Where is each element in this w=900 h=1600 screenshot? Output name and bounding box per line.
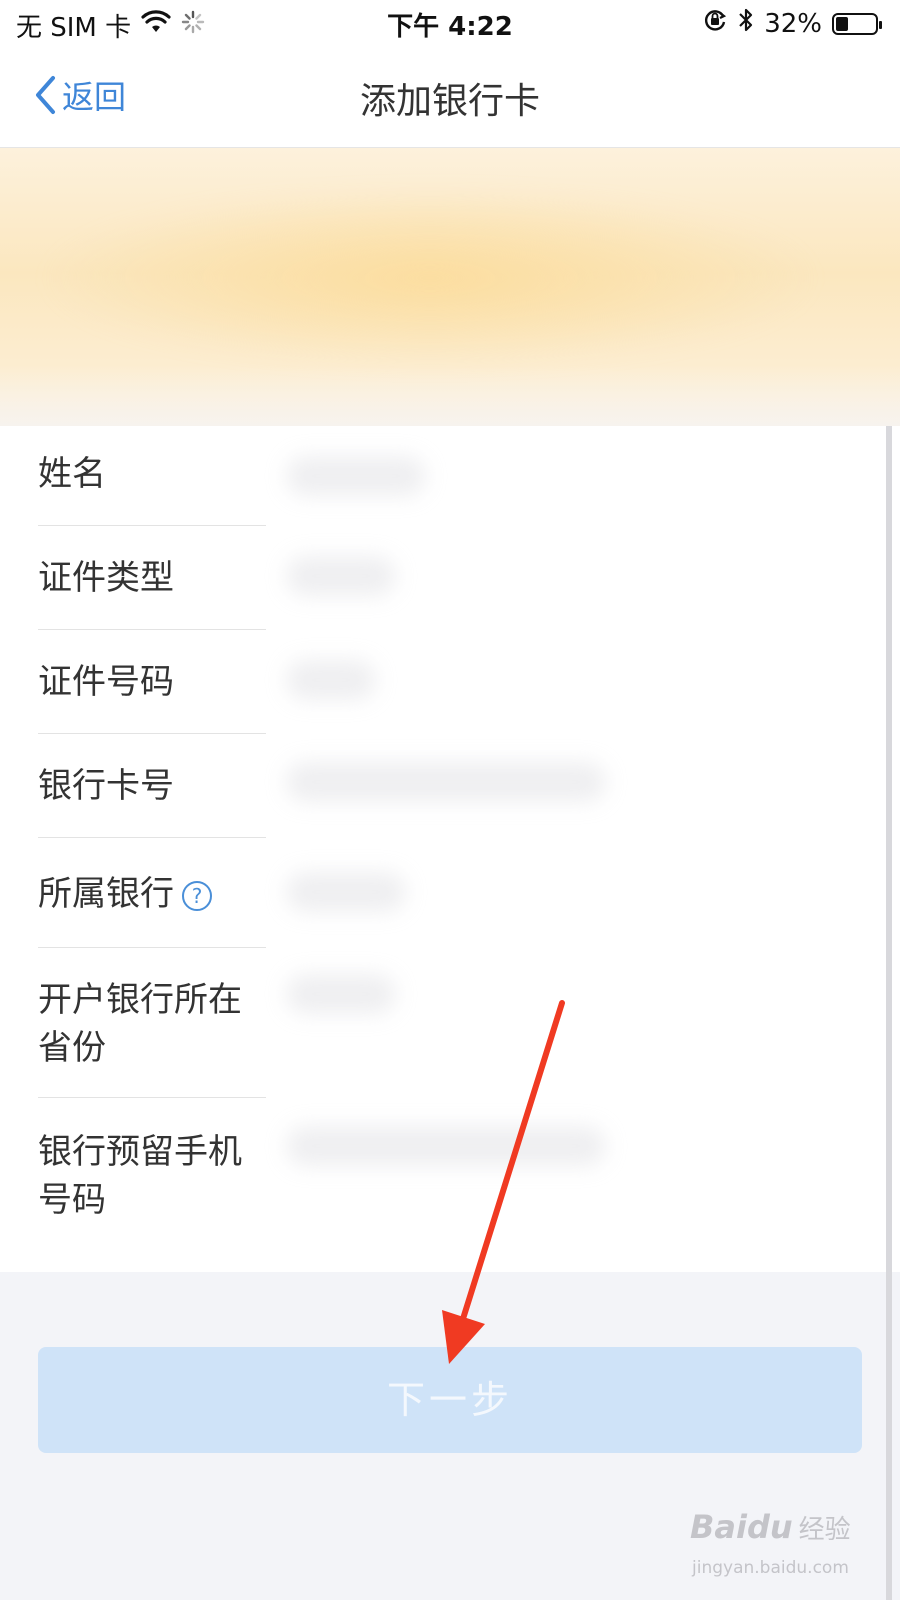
help-icon[interactable]: ? <box>182 880 212 911</box>
card-banner <box>0 148 900 426</box>
watermark-url: jingyan.baidu.com <box>692 1558 849 1578</box>
bluetooth-icon <box>738 7 754 40</box>
scroll-edge <box>886 426 892 1600</box>
bank-card-form: 姓名 证件类型 证件号码 银行卡号 所属银行? 开户银行所在省份 银行预留手机号… <box>0 426 900 1272</box>
page-title: 添加银行卡 <box>359 81 540 122</box>
status-bar: 无 SIM 卡 下午 4:22 32% <box>0 0 900 46</box>
nav-bar: 返回 添加银行卡 <box>0 46 900 148</box>
battery-percent: 32% <box>764 8 822 39</box>
next-step-button[interactable]: 下一步 <box>38 1347 862 1453</box>
status-right: 32% <box>702 7 882 40</box>
field-label: 银行卡号 <box>38 766 174 806</box>
watermark-brand-cn: 经验 <box>798 1515 851 1545</box>
watermark-brand: Baidu <box>690 1508 793 1546</box>
orientation-lock-icon <box>702 7 728 40</box>
field-label: 姓名 <box>38 454 106 494</box>
field-label: 证件号码 <box>38 662 174 702</box>
blurred-values <box>266 426 896 1272</box>
field-label: 所属银行 <box>38 874 174 914</box>
battery-fill <box>836 16 849 31</box>
battery-icon <box>832 12 882 35</box>
baidu-watermark: Baidu 经验 jingyan.baidu.com <box>690 1508 890 1588</box>
field-label: 证件类型 <box>38 558 174 598</box>
field-label: 银行预留手机号码 <box>38 1132 242 1220</box>
field-label: 开户银行所在省份 <box>38 980 242 1068</box>
